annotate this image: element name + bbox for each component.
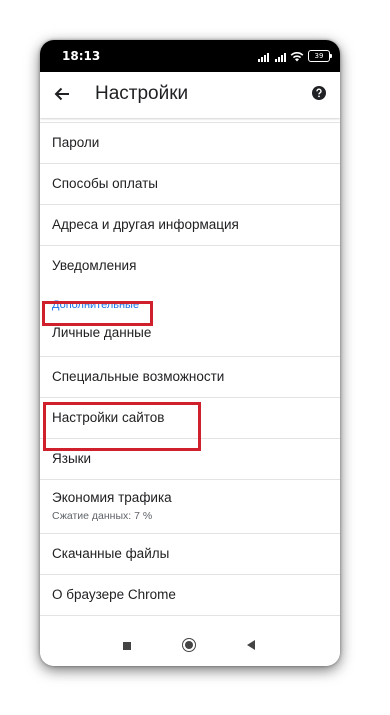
help-icon — [312, 86, 326, 100]
settings-item-payment-methods[interactable]: Способы оплаты — [40, 164, 340, 205]
highlight-box-site-settings — [43, 402, 201, 451]
signal-icon-2 — [275, 51, 286, 62]
status-icons: 39 — [258, 49, 332, 63]
settings-item-downloads[interactable]: Скачанные файлы — [40, 534, 340, 575]
settings-item-label: Адреса и другая информация — [52, 217, 239, 232]
nav-recents-icon[interactable] — [123, 642, 131, 650]
settings-item-label: Уведомления — [52, 258, 137, 273]
settings-item-label: Способы оплаты — [52, 176, 158, 191]
navigation-bar — [40, 628, 340, 666]
settings-item-label: Экономия трафика — [52, 490, 172, 505]
back-arrow-icon — [54, 87, 69, 101]
settings-item-label: Скачанные файлы — [52, 546, 170, 561]
settings-item-sublabel: Сжатие данных: 7 % — [52, 510, 153, 522]
wifi-icon — [290, 51, 304, 61]
settings-item-label: О браузере Chrome — [52, 587, 176, 602]
settings-item-about-chrome[interactable]: О браузере Chrome — [40, 575, 340, 616]
settings-item-accessibility[interactable]: Специальные возможности — [40, 357, 340, 398]
settings-item-label: Языки — [52, 451, 92, 466]
settings-item-notifications[interactable]: Уведомления — [40, 246, 340, 287]
help-button[interactable] — [310, 84, 328, 102]
settings-list: Пароли Способы оплаты Адреса и другая ин… — [40, 118, 340, 616]
settings-item-data-saver[interactable]: Экономия трафика Сжатие данных: 7 % — [40, 480, 340, 534]
battery-icon: 39 — [308, 50, 332, 62]
status-bar: 18:13 39 — [40, 40, 340, 72]
status-time: 18:13 — [62, 49, 101, 63]
nav-back-icon[interactable] — [247, 640, 255, 650]
settings-item-addresses[interactable]: Адреса и другая информация — [40, 205, 340, 246]
settings-item-passwords[interactable]: Пароли — [40, 123, 340, 164]
settings-item-label: Специальные возможности — [52, 369, 225, 384]
signal-icon — [258, 51, 269, 62]
nav-home-icon[interactable] — [182, 638, 196, 652]
back-button[interactable] — [50, 82, 74, 106]
page-title: Настройки — [95, 83, 189, 104]
phone-screen: 18:13 39 Настройки Пароли Способы оплаты… — [40, 40, 340, 666]
app-bar: Настройки — [40, 72, 340, 118]
settings-item-label: Пароли — [52, 135, 100, 150]
highlight-box-advanced — [42, 301, 153, 326]
settings-item-label: Личные данные — [52, 325, 152, 340]
